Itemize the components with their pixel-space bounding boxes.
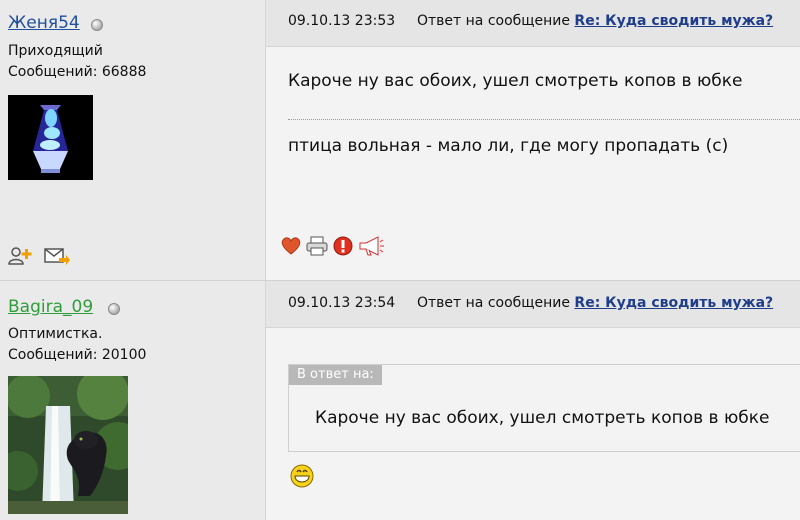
quote-block: В ответ на: Кароче ну вас обоих, ушел см… [288, 364, 800, 452]
offline-status-icon [91, 19, 103, 31]
send-message-icon[interactable] [44, 246, 70, 270]
post-1-body: 09.10.13 23:53 Ответ на сообщение Re: Ку… [266, 0, 800, 280]
signature-separator [288, 119, 800, 120]
post-2-subject-link[interactable]: Re: Куда сводить мужа? [574, 295, 773, 311]
post-1-rank: Приходящий [8, 43, 103, 59]
post-1-header: 09.10.13 23:53 Ответ на сообщение Re: Ку… [266, 0, 800, 47]
post-1-reply-prefix: Ответ на сообщение [417, 13, 570, 29]
post-2-reply-prefix: Ответ на сообщение [417, 295, 570, 311]
lava-lamp-avatar-image [8, 95, 93, 180]
quote-text: Кароче ну вас обоих, ушел смотреть копов… [315, 408, 770, 428]
post-1-signature: птица вольная - мало ли, где могу пропад… [288, 136, 729, 156]
post-1-text: Кароче ну вас обоих, ушел смотреть копов… [288, 71, 743, 91]
post-1-subject-link[interactable]: Re: Куда сводить мужа? [574, 13, 773, 29]
post-1-meta: Приходящий Сообщений: 66888 [8, 41, 146, 83]
lava-lamp-avatar[interactable] [8, 95, 93, 180]
post-2-username[interactable]: Bagira_09 [8, 297, 93, 317]
post-2-author-panel: Bagira_09 Оптимистка. Сообщений: 20100 [0, 281, 266, 520]
post-1: Женя54 Приходящий Сообщений: 66888 09.10… [0, 0, 800, 280]
post-2-timestamp: 09.10.13 23:54 [288, 295, 396, 311]
post-1-timestamp: 09.10.13 23:53 [288, 13, 396, 29]
heart-icon[interactable] [280, 236, 302, 260]
post-2-header: 09.10.13 23:54 Ответ на сообщение Re: Ку… [266, 281, 800, 328]
quote-label: В ответ на: [289, 365, 382, 385]
post-1-username[interactable]: Женя54 [8, 13, 80, 33]
megaphone-icon[interactable] [358, 236, 384, 260]
post-1-reply-line: Ответ на сообщение Re: Куда сводить мужа… [417, 13, 773, 29]
post-2-message-count: Сообщений: 20100 [8, 347, 147, 363]
warning-icon[interactable] [332, 236, 354, 260]
post-1-message-count: Сообщений: 66888 [8, 64, 147, 80]
panther-waterfall-avatar[interactable] [0, 368, 142, 514]
panther-waterfall-avatar-image [0, 368, 142, 514]
post-2-rank: Оптимистка. [8, 326, 103, 342]
offline-status-icon [108, 303, 120, 315]
post-2-meta: Оптимистка. Сообщений: 20100 [8, 324, 146, 366]
post-1-actions [280, 236, 384, 260]
add-user-icon[interactable] [8, 246, 32, 270]
grinning-smiley-icon [290, 464, 314, 492]
post-2-reply-line: Ответ на сообщение Re: Куда сводить мужа… [417, 295, 773, 311]
post-2-body: 09.10.13 23:54 Ответ на сообщение Re: Ку… [266, 281, 800, 520]
post-2: Bagira_09 Оптимистка. Сообщений: 20100 0… [0, 281, 800, 520]
post-1-author-panel: Женя54 Приходящий Сообщений: 66888 [0, 0, 266, 280]
printer-icon[interactable] [306, 236, 328, 260]
